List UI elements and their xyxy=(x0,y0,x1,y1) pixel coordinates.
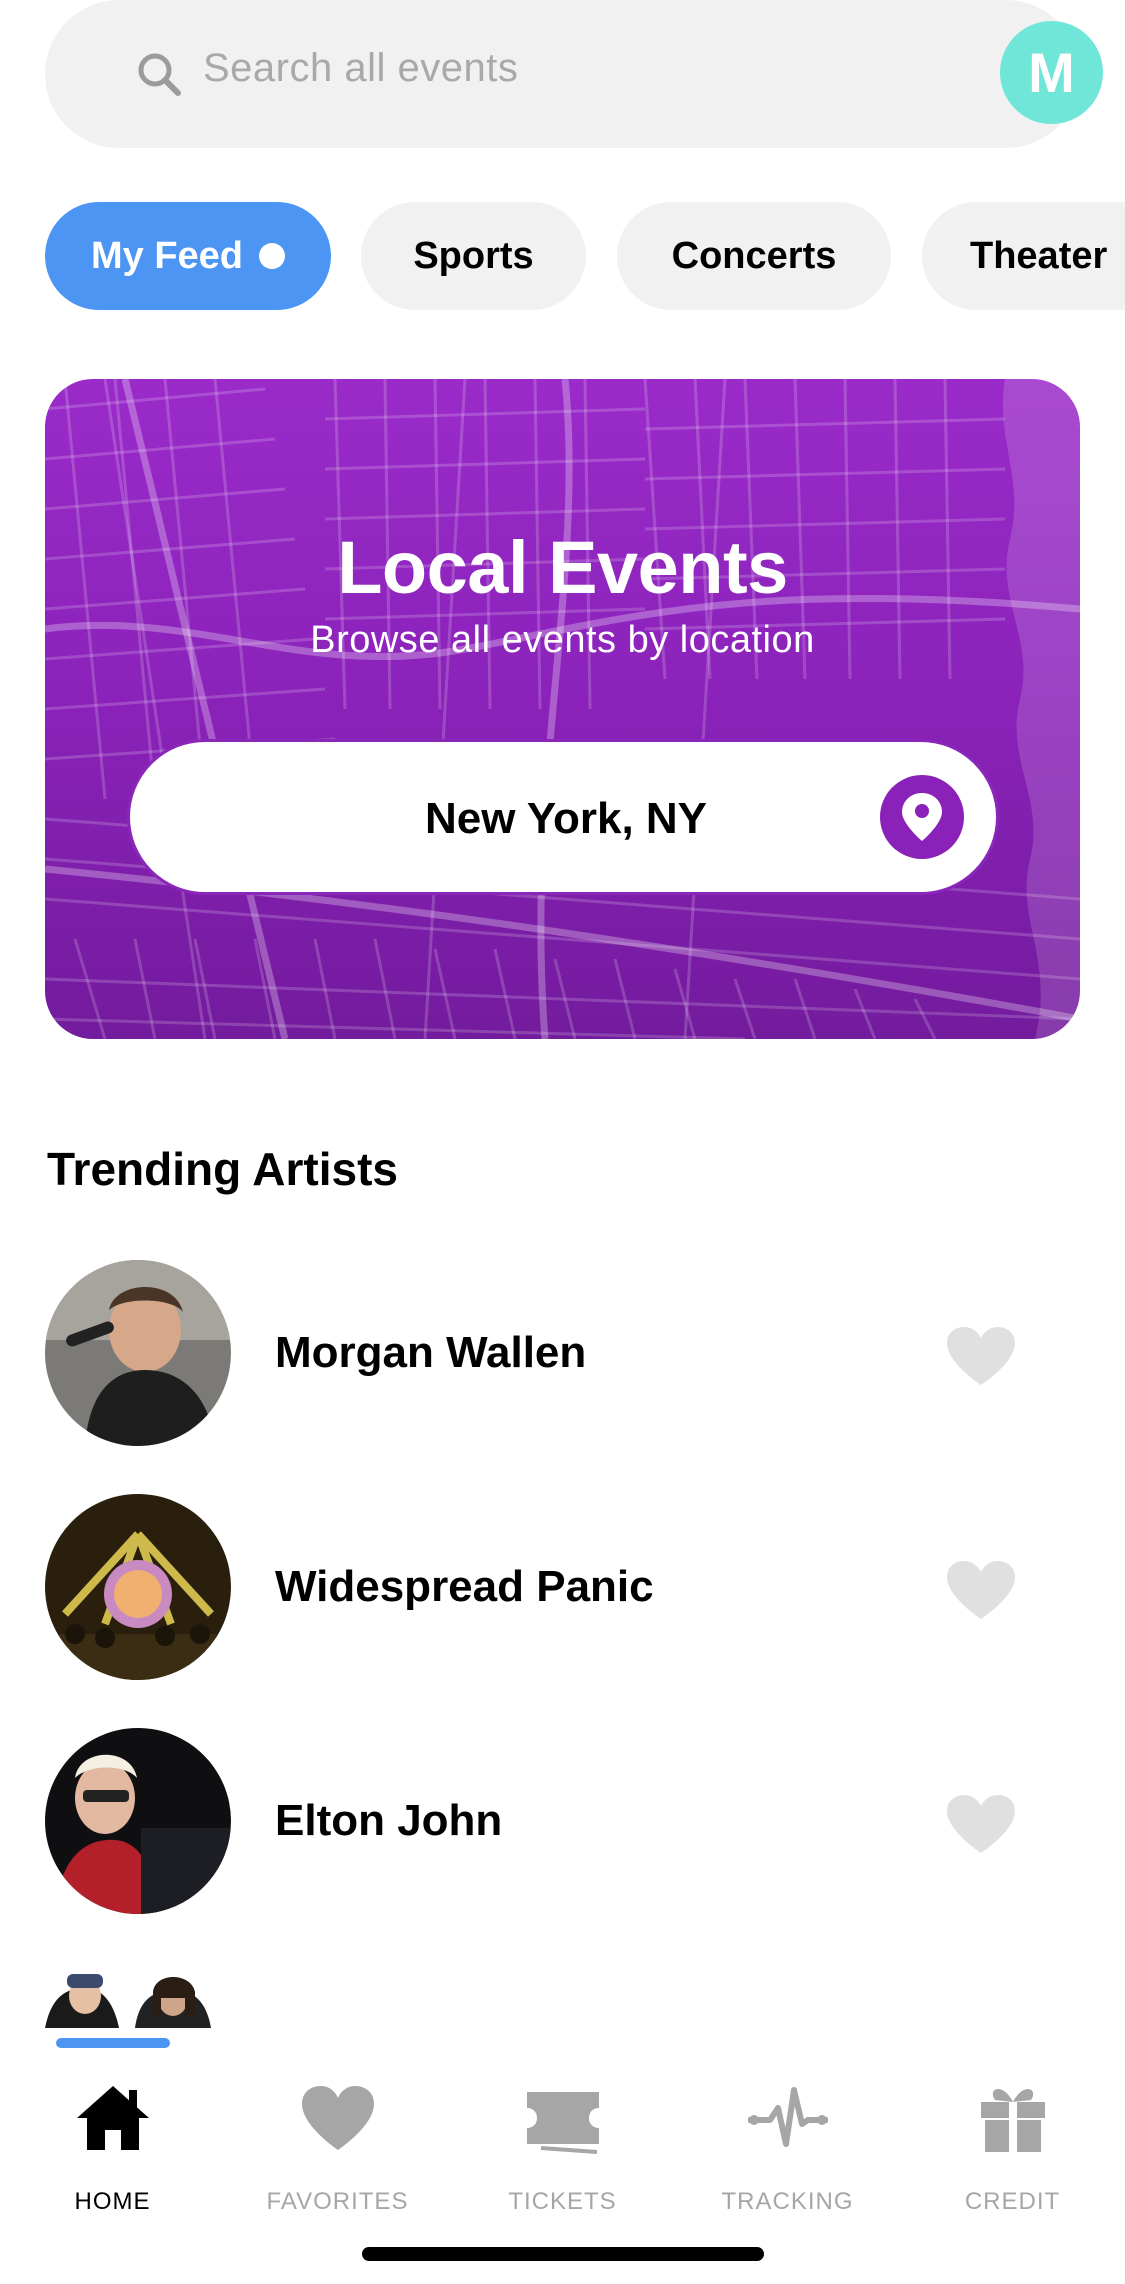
heart-icon[interactable] xyxy=(945,1559,1017,1621)
artist-name: Widespread Panic xyxy=(275,1562,654,1611)
artist-avatar xyxy=(45,1494,231,1680)
chip-label: Sports xyxy=(413,234,534,277)
location-pin-icon xyxy=(902,793,942,841)
location-selector[interactable]: New York, NY xyxy=(127,739,999,895)
chip-label: Theater xyxy=(970,234,1108,277)
nav-credit[interactable]: CREDIT xyxy=(900,2078,1125,2228)
profile-avatar[interactable]: M xyxy=(1000,21,1103,124)
chip-sports[interactable]: Sports xyxy=(361,202,586,310)
notification-dot-icon xyxy=(259,243,286,269)
local-events-card[interactable]: Local Events Browse all events by locati… xyxy=(45,379,1080,1039)
heart-icon xyxy=(302,2086,374,2150)
home-indicator xyxy=(362,2247,764,2261)
heart-icon[interactable] xyxy=(945,1793,1017,1855)
chip-concerts[interactable]: Concerts xyxy=(617,202,891,310)
ticket-icon xyxy=(527,2092,599,2154)
heart-icon[interactable] xyxy=(945,1325,1017,1387)
artist-avatar xyxy=(45,1260,231,1446)
nav-favorites[interactable]: FAVORITES xyxy=(225,2078,450,2228)
chip-label: My Feed xyxy=(90,234,244,277)
artist-row[interactable]: Morgan Wallen xyxy=(0,1260,1125,1446)
gift-icon xyxy=(981,2088,1045,2152)
artist-name: Elton John xyxy=(275,1796,503,1845)
artist-row[interactable]: Widespread Panic xyxy=(0,1494,1125,1680)
pulse-icon xyxy=(748,2087,828,2147)
home-icon xyxy=(77,2086,149,2150)
map-background xyxy=(45,379,1080,1039)
nav-label: TRACKING xyxy=(721,2188,854,2215)
artist-avatar xyxy=(45,1728,231,1914)
trending-artists-title: Trending Artists xyxy=(47,1143,398,1195)
chip-label: Concerts xyxy=(671,234,837,277)
nav-label: FAVORITES xyxy=(266,2188,409,2215)
artist-name: Morgan Wallen xyxy=(275,1328,587,1377)
scroll-indicator xyxy=(56,2038,170,2048)
nav-tickets[interactable]: TICKETS xyxy=(450,2078,675,2228)
chip-theater[interactable]: Theater xyxy=(922,202,1125,310)
local-events-subtitle: Browse all events by location xyxy=(310,619,815,661)
search-input[interactable]: Search all events xyxy=(203,46,518,91)
search-icon xyxy=(138,53,181,96)
nav-label: TICKETS xyxy=(508,2188,617,2215)
location-label: New York, NY xyxy=(424,794,708,843)
nav-home[interactable]: HOME xyxy=(0,2078,225,2228)
nav-label: CREDIT xyxy=(964,2188,1061,2215)
search-bar[interactable]: Search all events M xyxy=(45,0,1103,148)
chip-my-feed[interactable]: My Feed xyxy=(45,202,331,310)
local-events-title: Local Events xyxy=(337,526,788,609)
artist-row[interactable]: Elton John xyxy=(0,1728,1125,1914)
nav-tracking[interactable]: TRACKING xyxy=(675,2078,900,2228)
artist-avatar-partial xyxy=(45,1968,231,2028)
nav-label: HOME xyxy=(74,2188,151,2215)
location-pin-button[interactable] xyxy=(880,775,964,859)
category-chips: My Feed Sports Concerts Theater xyxy=(0,202,1125,310)
